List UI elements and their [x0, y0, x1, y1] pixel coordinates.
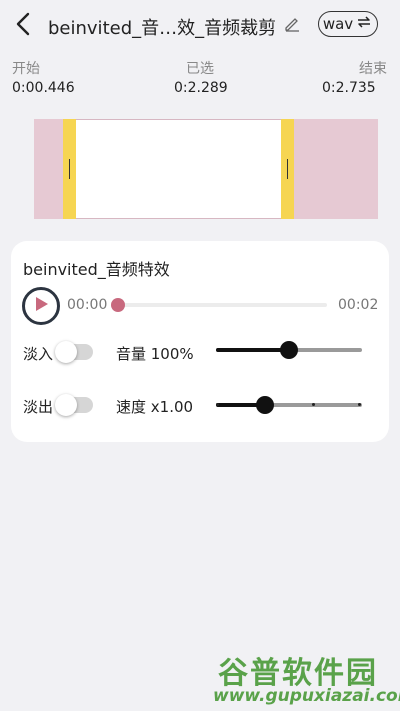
progress-thumb[interactable] — [111, 298, 125, 312]
end-label: 结束 — [359, 61, 387, 77]
fade-out-toggle[interactable] — [55, 394, 93, 416]
chevron-left-icon[interactable] — [10, 10, 38, 38]
speed-slider[interactable] — [216, 403, 362, 407]
fade-in-toggle[interactable] — [55, 341, 93, 363]
selected-label: 已选 — [186, 61, 214, 77]
start-value: 0:00.446 — [12, 80, 75, 96]
swap-icon — [355, 13, 373, 35]
volume-thumb[interactable] — [280, 341, 298, 359]
format-label: wav — [322, 15, 354, 33]
speed-tick — [312, 403, 315, 406]
fade-out-label: 淡出 — [23, 398, 54, 416]
pencil-icon[interactable] — [283, 14, 301, 32]
watermark-url: www.gupuxiazai.com — [213, 686, 400, 706]
total-time: 00:02 — [338, 297, 379, 313]
play-icon — [32, 295, 50, 317]
speed-thumb[interactable] — [256, 396, 274, 414]
speed-tick — [358, 403, 361, 406]
current-time: 00:00 — [67, 297, 108, 313]
selected-value: 0:2.289 — [174, 80, 228, 96]
end-value: 0:2.735 — [322, 80, 376, 96]
fade-in-label: 淡入 — [23, 345, 54, 363]
volume-label: 音量 100% — [116, 345, 194, 363]
waveform-selection — [76, 119, 281, 219]
format-button[interactable]: wav — [318, 11, 378, 37]
play-button[interactable] — [22, 287, 60, 325]
start-label: 开始 — [12, 61, 40, 77]
file-name: beinvited_音频特效 — [23, 260, 170, 279]
trim-end-handle[interactable] — [281, 119, 294, 219]
trim-start-handle[interactable] — [63, 119, 76, 219]
speed-label: 速度 x1.00 — [116, 398, 194, 416]
volume-fill — [216, 348, 289, 352]
page-title: beinvited_音…效_音频裁剪 — [48, 18, 277, 39]
progress-track[interactable] — [112, 303, 327, 307]
speed-tick — [216, 403, 219, 406]
